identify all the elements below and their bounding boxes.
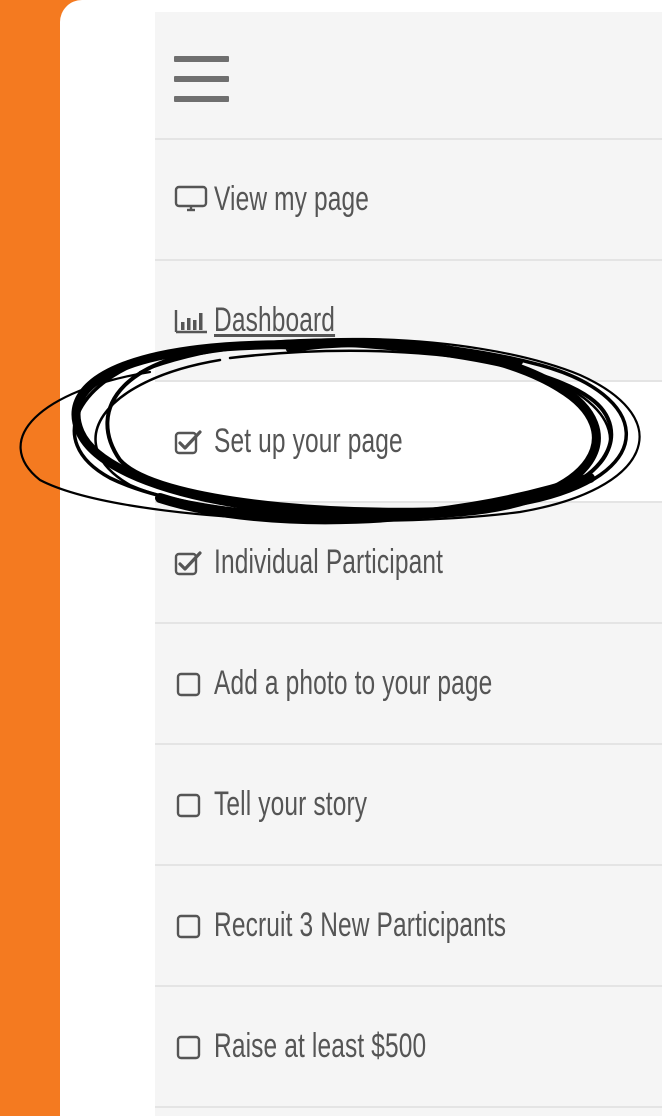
hamburger-icon[interactable] xyxy=(174,56,229,102)
menu-item-label: Tell your story xyxy=(214,785,368,823)
empty-checkbox-icon xyxy=(174,791,214,819)
menu-item-recruit-participants[interactable]: Recruit 3 New Participants xyxy=(155,866,662,987)
menu-header xyxy=(155,12,662,140)
menu-item-label: Raise at least $500 xyxy=(214,1027,427,1065)
checked-box-icon xyxy=(174,549,214,577)
menu-item-individual-participant[interactable]: Individual Participant xyxy=(155,503,662,624)
monitor-icon xyxy=(174,185,214,215)
menu-item-tell-your-story[interactable]: Tell your story xyxy=(155,745,662,866)
empty-checkbox-icon xyxy=(174,912,214,940)
menu-item-label: Individual Participant xyxy=(214,543,444,581)
menu-item-view-my-page[interactable]: View my page xyxy=(155,140,662,261)
sidebar-menu: View my page Dashboard Set up your page xyxy=(155,12,662,1116)
empty-checkbox-icon xyxy=(174,1033,214,1061)
menu-item-add-photo[interactable]: Add a photo to your page xyxy=(155,624,662,745)
bar-chart-icon xyxy=(174,308,214,334)
menu-item-label: Recruit 3 New Participants xyxy=(214,906,507,944)
menu-item-label: Add a photo to your page xyxy=(214,664,493,702)
menu-item-label: Set up your page xyxy=(214,422,403,460)
menu-item-label: View my page xyxy=(214,180,370,218)
menu-item-dashboard[interactable]: Dashboard xyxy=(155,261,662,382)
checked-box-icon xyxy=(174,428,214,456)
menu-item-set-up-your-page[interactable]: Set up your page xyxy=(155,382,662,503)
menu-item-raise-funds[interactable]: Raise at least $500 xyxy=(155,987,662,1108)
menu-item-label: Dashboard xyxy=(214,301,336,339)
empty-checkbox-icon xyxy=(174,670,214,698)
